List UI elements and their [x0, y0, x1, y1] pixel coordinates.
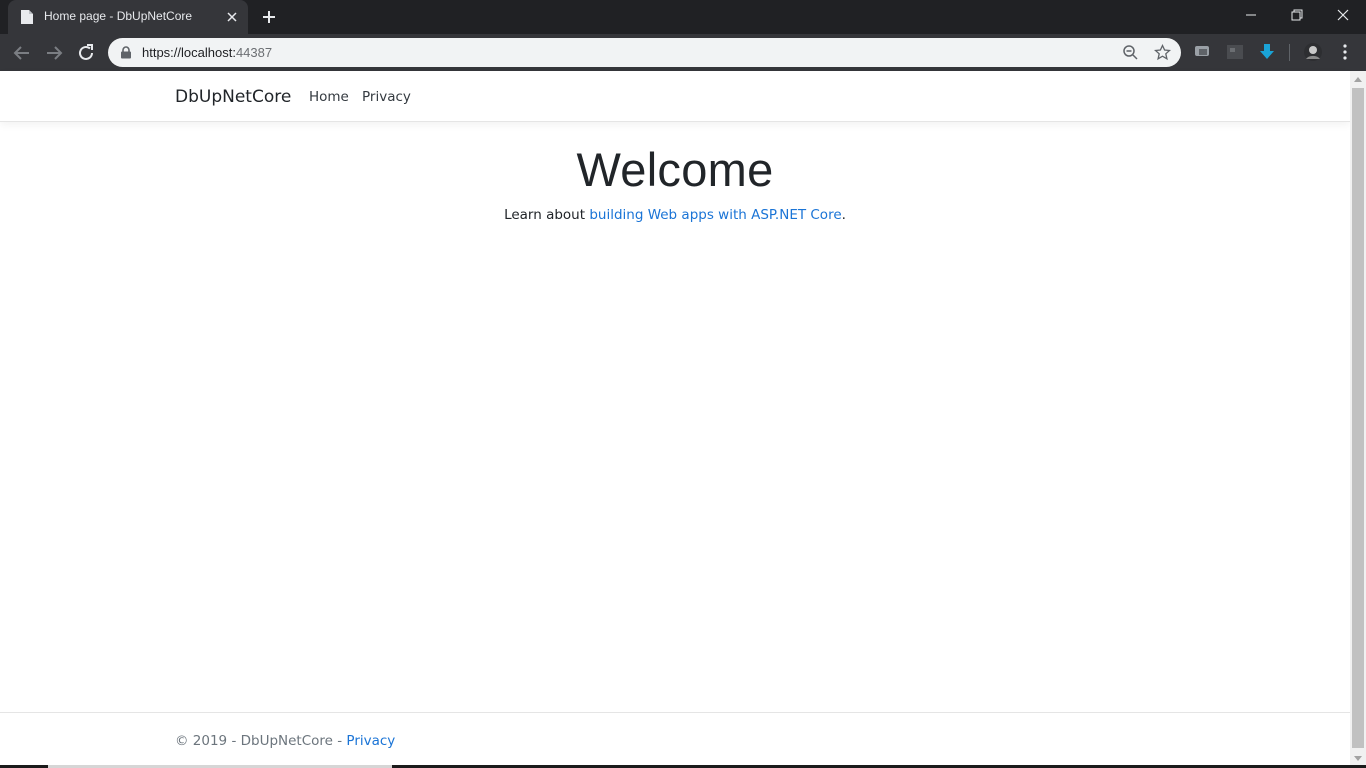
close-tab-icon[interactable]	[224, 9, 240, 25]
restore-icon	[1291, 9, 1303, 21]
aspnet-docs-link[interactable]: building Web apps with ASP.NET Core	[589, 207, 841, 223]
browser-tab-strip: Home page - DbUpNetCore	[0, 0, 1366, 34]
footer-privacy-link[interactable]: Privacy	[346, 733, 395, 749]
browser-toolbar: https://localhost:44387	[0, 34, 1366, 71]
new-tab-icon[interactable]	[260, 8, 278, 26]
restore-button[interactable]	[1274, 0, 1320, 30]
lock-icon[interactable]	[120, 46, 132, 59]
browser-tab[interactable]: Home page - DbUpNetCore	[8, 0, 248, 34]
site-navbar: DbUpNetCore Home Privacy	[0, 71, 1350, 122]
tab-title: Home page - DbUpNetCore	[44, 9, 193, 23]
back-icon[interactable]	[11, 42, 33, 64]
page-title: Welcome	[576, 143, 774, 196]
close-window-button[interactable]	[1320, 0, 1366, 30]
close-window-icon	[1337, 9, 1349, 21]
scroll-up-arrow-icon[interactable]	[1354, 77, 1362, 82]
site-footer: © 2019 - DbUpNetCore - Privacy	[0, 712, 1350, 768]
extension-chat-icon[interactable]	[1194, 43, 1212, 61]
bookmark-star-icon[interactable]	[1154, 44, 1171, 61]
forward-icon[interactable]	[43, 42, 65, 64]
footer-text: © 2019 - DbUpNetCore - Privacy	[175, 733, 396, 749]
nav-link-home[interactable]: Home	[309, 89, 349, 105]
url-text[interactable]: https://localhost:44387	[142, 45, 272, 60]
page-icon	[21, 10, 33, 24]
scroll-thumb[interactable]	[1352, 88, 1364, 748]
menu-dots-icon[interactable]	[1336, 43, 1354, 61]
profile-avatar-icon[interactable]	[1303, 42, 1323, 62]
lead-text: Learn about building Web apps with ASP.N…	[504, 207, 846, 223]
scroll-down-arrow-icon[interactable]	[1354, 756, 1362, 761]
address-bar[interactable]: https://localhost:44387	[108, 38, 1181, 67]
nav-link-privacy[interactable]: Privacy	[362, 89, 411, 105]
web-page: DbUpNetCore Home Privacy Welcome Learn a…	[0, 71, 1350, 768]
toolbar-divider	[1289, 44, 1290, 61]
minimize-icon	[1246, 14, 1256, 16]
zoom-icon[interactable]	[1122, 44, 1139, 61]
minimize-button[interactable]	[1228, 0, 1274, 30]
download-arrow-icon[interactable]	[1258, 43, 1276, 61]
extension-image-icon[interactable]	[1226, 43, 1244, 61]
reload-icon[interactable]	[75, 42, 97, 64]
page-scrollbar[interactable]	[1350, 71, 1366, 768]
navbar-brand[interactable]: DbUpNetCore	[175, 87, 291, 107]
